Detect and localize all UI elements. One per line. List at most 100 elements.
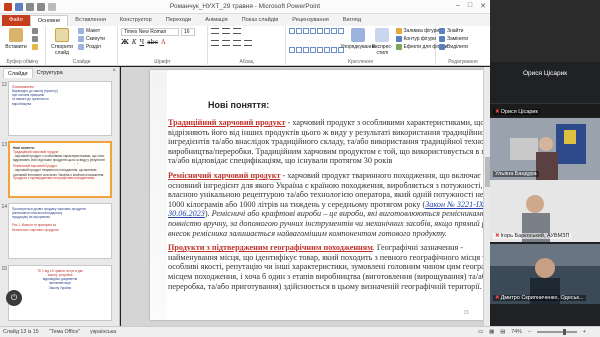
section-icon [78,44,84,50]
tab-home[interactable]: Основне [29,15,69,26]
participant-tile[interactable]: ✖Ігорь Баркоський, АУВМЗП [490,180,600,242]
participant-tile[interactable]: ✖Дмитро Скрипниченко, Одеськ... [490,244,600,304]
slide-title[interactable]: Нові поняття: [208,100,269,110]
tab-view[interactable]: Вигляд [336,15,368,26]
cut-button[interactable] [32,28,38,34]
paragraph-traditional: Традиційний харчовий продукт - харчовий … [168,118,483,166]
tab-design[interactable]: Конструктор [113,15,159,26]
underline-button[interactable]: Ч [140,39,145,46]
reset-button[interactable]: Скинути [78,36,105,42]
thumbnail-caption: безпечності харчових продуктів [12,227,59,232]
quick-styles-icon [375,28,390,42]
indent-icon[interactable] [233,28,241,34]
participant-tile[interactable]: Ульяна Бандура [490,118,600,180]
slides-group: Створити слайд Макет Скинути Розділ Слай… [46,26,118,66]
slide-thumbnail-selected[interactable]: Нові поняття: Традиційний харчовий проду… [8,141,112,198]
sorter-view-icon[interactable]: ▦ [489,329,494,335]
slide-thumbnail-row: 14 Пропонується дозвіл продажу харчових … [0,203,118,259]
tab-transitions[interactable]: Переходи [159,15,198,26]
tab-insert[interactable]: Вставлення [68,15,113,26]
slide-thumbnail[interactable]: Повноваження Відповідно до закону (проек… [8,81,112,136]
current-slide[interactable]: Нові поняття: Традиційний харчовий проду… [150,70,483,320]
clipboard-group: Вставити Буфер обміну [0,26,46,66]
zoom-controls-icon[interactable]: ⏻ [6,290,22,306]
align-right-icon[interactable] [233,40,241,46]
slides-group-label: Слайди [72,59,91,65]
definition-craft-italic: Ремісничі або крафтові вироби – це вироб… [168,209,483,238]
effects-icon [395,44,402,50]
active-speaker-name: Орися Цісарик [522,70,568,77]
editing-group: Знайти Замінити Виділити Редагування [436,26,490,66]
participant-tile[interactable]: ✖Орися Цісарик [490,103,600,117]
zoom-level[interactable]: 74% [511,329,522,335]
editing-group-label: Редагування [448,59,478,65]
close-button[interactable]: ✕ [480,2,486,10]
numbering-icon[interactable] [222,28,230,34]
ribbon-tabs: Файл Основне Вставлення Конструктор Пере… [0,14,490,26]
mic-muted-icon: ✖ [495,109,500,115]
select-button[interactable]: Виділити [439,44,468,50]
copy-icon [32,36,38,42]
slide-thumbnail[interactable]: ТЕ 1 від 18 травня, вступ в дію закону, … [8,265,112,321]
slide-thumbnail[interactable]: Пропонується дозвіл продажу харчових про… [8,203,112,259]
theme-name: "Тема Office" [48,329,81,335]
thumbnail-text: - харчовий продукт тваринного походження… [13,168,105,177]
strikethrough-button[interactable]: abc [147,39,158,46]
replace-button[interactable]: Замінити [439,36,468,42]
minimize-button[interactable]: – [456,2,460,10]
layout-button[interactable]: Макет [78,28,105,34]
slide-number: 12 [1,82,7,88]
tab-file[interactable]: Файл [2,15,30,26]
slide-body[interactable]: Традиційний харчовий продукт - харчовий … [168,118,483,296]
italic-button[interactable]: К [132,39,137,46]
slide-thumbnail-row: 12 Повноваження Відповідно до закону (пр… [0,81,118,136]
font-size-select[interactable]: 16 [181,28,195,36]
drawing-group: Упорядкування Експрес-стилі Заливка фігу… [286,26,447,66]
slide-editor: Нові поняття: Традиційний харчовий проду… [121,67,490,326]
ribbon: Вставити Буфер обміну Створити слайд Мак… [0,26,490,66]
drawing-group-label: Креслення [348,59,373,65]
tab-animations[interactable]: Анімація [198,15,235,26]
thumbnail-text: виробництва [12,101,32,106]
format-painter-button[interactable] [32,44,38,50]
replace-icon [439,36,445,42]
paste-icon [9,28,23,42]
paragraph-group: Абзац [208,26,286,66]
section-button[interactable]: Розділ [78,44,105,50]
term-geographic: Продукти з підтвердженим географічним по… [168,243,373,253]
thumbnail-text: Продукти з підтвердженим географічним по… [13,176,95,181]
slide-counter: Слайд 13 із 15 [3,329,39,335]
tab-slideshow[interactable]: Показ слайдів [235,15,286,26]
find-button[interactable]: Знайти [439,28,468,34]
participant-label: ✖Ігорь Баркоський, АУВМЗП [493,233,572,239]
maximize-button[interactable]: □ [468,2,472,10]
language-indicator[interactable]: українська [90,329,116,335]
font-color-button[interactable]: А [161,39,166,46]
tab-outline[interactable]: Структура [33,68,67,78]
arrange-icon [351,28,365,42]
reading-view-icon[interactable]: ▤ [500,329,505,335]
active-speaker-area [490,0,600,62]
paragraph-geo: Продукти з підтвердженим географічним по… [168,243,483,291]
bold-button[interactable]: Ж [121,39,129,46]
mic-muted-icon: ✖ [495,233,500,239]
zoom-slider[interactable] [536,329,577,335]
tab-review[interactable]: Рецензування [285,15,335,26]
close-pane-icon[interactable]: × [112,68,116,74]
font-name-select[interactable]: Times New Roman [121,28,179,36]
thumbnail-text: - харчовий продукт з особливими характер… [13,154,105,164]
thumbnail-text: Закону України [48,285,72,290]
zoom-out-icon[interactable]: − [528,329,531,335]
justify-icon[interactable] [244,40,252,46]
align-center-icon[interactable] [222,40,230,46]
vertical-scrollbar[interactable] [483,67,490,326]
align-left-icon[interactable] [211,40,219,46]
zoom-slider-handle[interactable] [562,329,566,335]
normal-view-icon[interactable]: ▭ [478,329,483,335]
thumbnail-text: продукцію) на агроринках [12,215,50,220]
zoom-in-icon[interactable]: + [583,329,586,335]
slide-thumbnail-row: 13 Нові поняття: Традиційний харчовий пр… [0,141,118,198]
copy-button[interactable] [32,36,38,42]
bullets-icon[interactable] [211,28,219,34]
tab-slides[interactable]: Слайди [3,68,33,78]
